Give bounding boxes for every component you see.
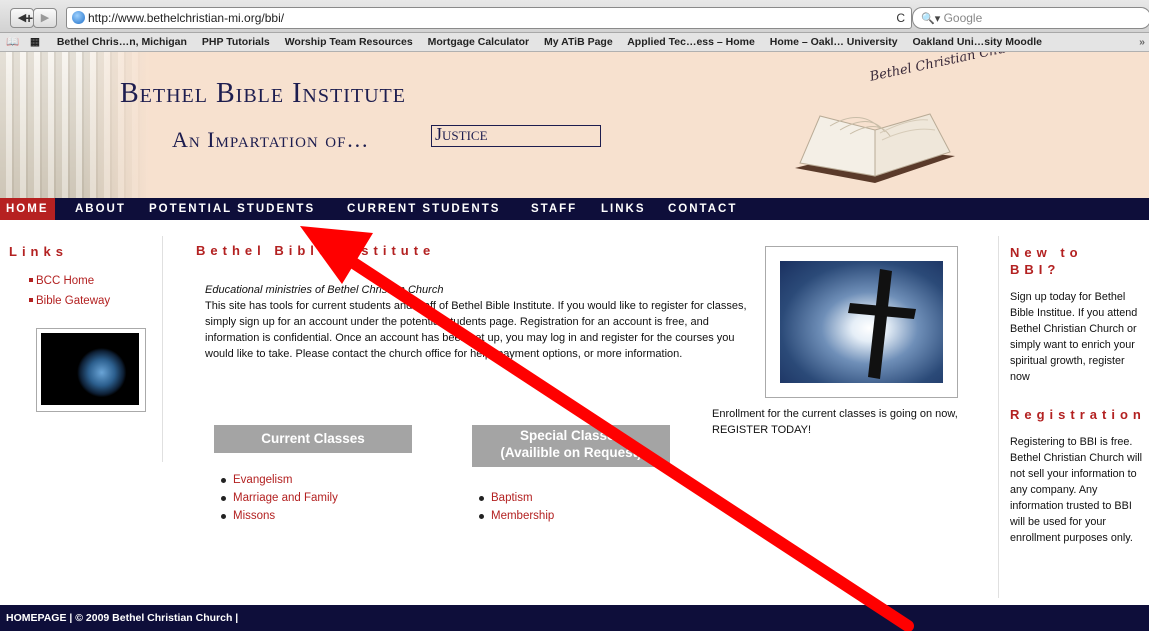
banner-rotating-word: Justice	[431, 125, 601, 147]
class-baptism[interactable]: Baptism	[491, 492, 533, 504]
special-classes-label: Special Classes	[519, 428, 623, 443]
search-icon: 🔍▾	[921, 13, 941, 25]
banner-title: Bethel Bible Institute	[120, 78, 406, 109]
list-item[interactable]: Membership	[477, 507, 554, 525]
nav-potential-students[interactable]: POTENTIAL STUDENTS	[149, 198, 315, 220]
class-membership[interactable]: Membership	[491, 510, 554, 522]
search-placeholder: Google	[943, 11, 983, 25]
bookmark-item[interactable]: Bethel Chris…n, Michigan	[57, 36, 187, 48]
pillars-image	[0, 52, 150, 198]
bookmark-item[interactable]: Home – Oakl… University	[770, 36, 898, 48]
site-banner: Bethel Bible Institute An Impartation of…	[0, 52, 1149, 198]
left-sidebar: Links BCC Home Bible Gateway	[0, 236, 163, 462]
nav-staff[interactable]: STAFF	[531, 198, 577, 220]
nav-current-students[interactable]: CURRENT STUDENTS	[347, 198, 500, 220]
address-bar[interactable]: + http://www.bethelchristian-mi.org/bbi/…	[25, 7, 912, 29]
links-heading: Links	[9, 244, 68, 259]
class-evangelism[interactable]: Evangelism	[233, 474, 292, 486]
nav-home[interactable]: HOME	[0, 198, 55, 220]
bookmark-item[interactable]: My ATiB Page	[544, 36, 613, 48]
nav-links[interactable]: LINKS	[601, 198, 646, 220]
bookmark-item[interactable]: Worship Team Resources	[285, 36, 413, 48]
bookmark-item[interactable]: Oakland Uni…sity Moodle	[912, 36, 1042, 48]
intro-tagline: Educational ministries of Bethel Christi…	[205, 284, 444, 296]
url-text: http://www.bethelchristian-mi.org/bbi/	[88, 11, 285, 25]
browser-toolbar: ◀ ▶ + http://www.bethelchristian-mi.org/…	[0, 0, 1149, 33]
list-item[interactable]: Bible Gateway	[8, 290, 110, 310]
nav-about[interactable]: ABOUT	[75, 198, 126, 220]
new-to-bbi-text: Sign up today for Bethel Bible Institue.…	[1010, 291, 1138, 383]
link-bible-gateway[interactable]: Bible Gateway	[36, 295, 110, 307]
open-bible-image	[795, 113, 955, 183]
cross-icon	[848, 269, 916, 379]
nav-contact[interactable]: CONTACT	[668, 198, 737, 220]
forward-button[interactable]: ▶	[33, 8, 57, 28]
link-bcc-home[interactable]: BCC Home	[36, 275, 94, 287]
class-missons[interactable]: Missons	[233, 510, 275, 522]
main-nav: HOME ABOUT POTENTIAL STUDENTS CURRENT ST…	[0, 198, 1149, 220]
bookmark-item[interactable]: Mortgage Calculator	[428, 36, 530, 48]
registration-heading: Registration	[1010, 407, 1146, 422]
special-classes-header: Special Classes (Availible on Request)	[472, 425, 670, 467]
list-item[interactable]: Marriage and Family	[219, 489, 338, 507]
site-footer: HOMEPAGE | © 2009 Bethel Christian Churc…	[0, 605, 1149, 631]
open-book-icon[interactable]: 📖	[6, 36, 19, 48]
add-bookmark-button[interactable]: +	[25, 8, 33, 28]
list-item[interactable]: Evangelism	[219, 471, 338, 489]
reload-icon[interactable]: C	[896, 8, 905, 28]
bookmarks-overflow-icon[interactable]: »	[1139, 33, 1145, 51]
search-field[interactable]: 🔍▾ Google	[912, 7, 1149, 29]
registration-text: Registering to BBI is free. Bethel Chris…	[1010, 436, 1143, 544]
list-item[interactable]: Baptism	[477, 489, 554, 507]
special-classes-note: (Availible on Request)	[500, 445, 642, 460]
cross-image	[780, 261, 943, 383]
intro-body: This site has tools for current students…	[205, 300, 747, 360]
bookmark-item[interactable]: Applied Tec…ess – Home	[627, 36, 755, 48]
site-favicon-icon	[72, 11, 85, 24]
list-item[interactable]: Missons	[219, 507, 338, 525]
page-title: Bethel Bible Institute	[196, 243, 436, 258]
right-sidebar: New to BBI? Sign up today for Bethel Bib…	[998, 236, 1149, 598]
earth-image	[41, 333, 139, 405]
banner-subtitle: An Impartation of…	[172, 127, 370, 152]
bookmarks-bar: 📖 ▦ Bethel Chris…n, Michigan PHP Tutoria…	[0, 33, 1149, 52]
list-item[interactable]: BCC Home	[8, 270, 110, 290]
special-classes-list: Baptism Membership	[477, 489, 554, 525]
class-marriage-family[interactable]: Marriage and Family	[233, 492, 338, 504]
footer-text: HOMEPAGE | © 2009 Bethel Christian Churc…	[6, 612, 239, 624]
church-script-logo: Bethel Christian Church	[868, 52, 1029, 85]
earth-image-frame	[36, 328, 146, 412]
enrollment-notice: Enrollment for the current classes is go…	[712, 408, 958, 436]
grid-icon[interactable]: ▦	[30, 36, 40, 48]
links-list: BCC Home Bible Gateway	[8, 270, 110, 310]
current-classes-list: Evangelism Marriage and Family Missons	[219, 471, 338, 525]
intro-text: Educational ministries of Bethel Christi…	[205, 282, 760, 362]
new-to-bbi-heading: New to BBI?	[1010, 245, 1083, 277]
bookmark-item[interactable]: PHP Tutorials	[202, 36, 270, 48]
current-classes-header: Current Classes	[214, 425, 412, 453]
cross-image-frame	[765, 246, 958, 398]
